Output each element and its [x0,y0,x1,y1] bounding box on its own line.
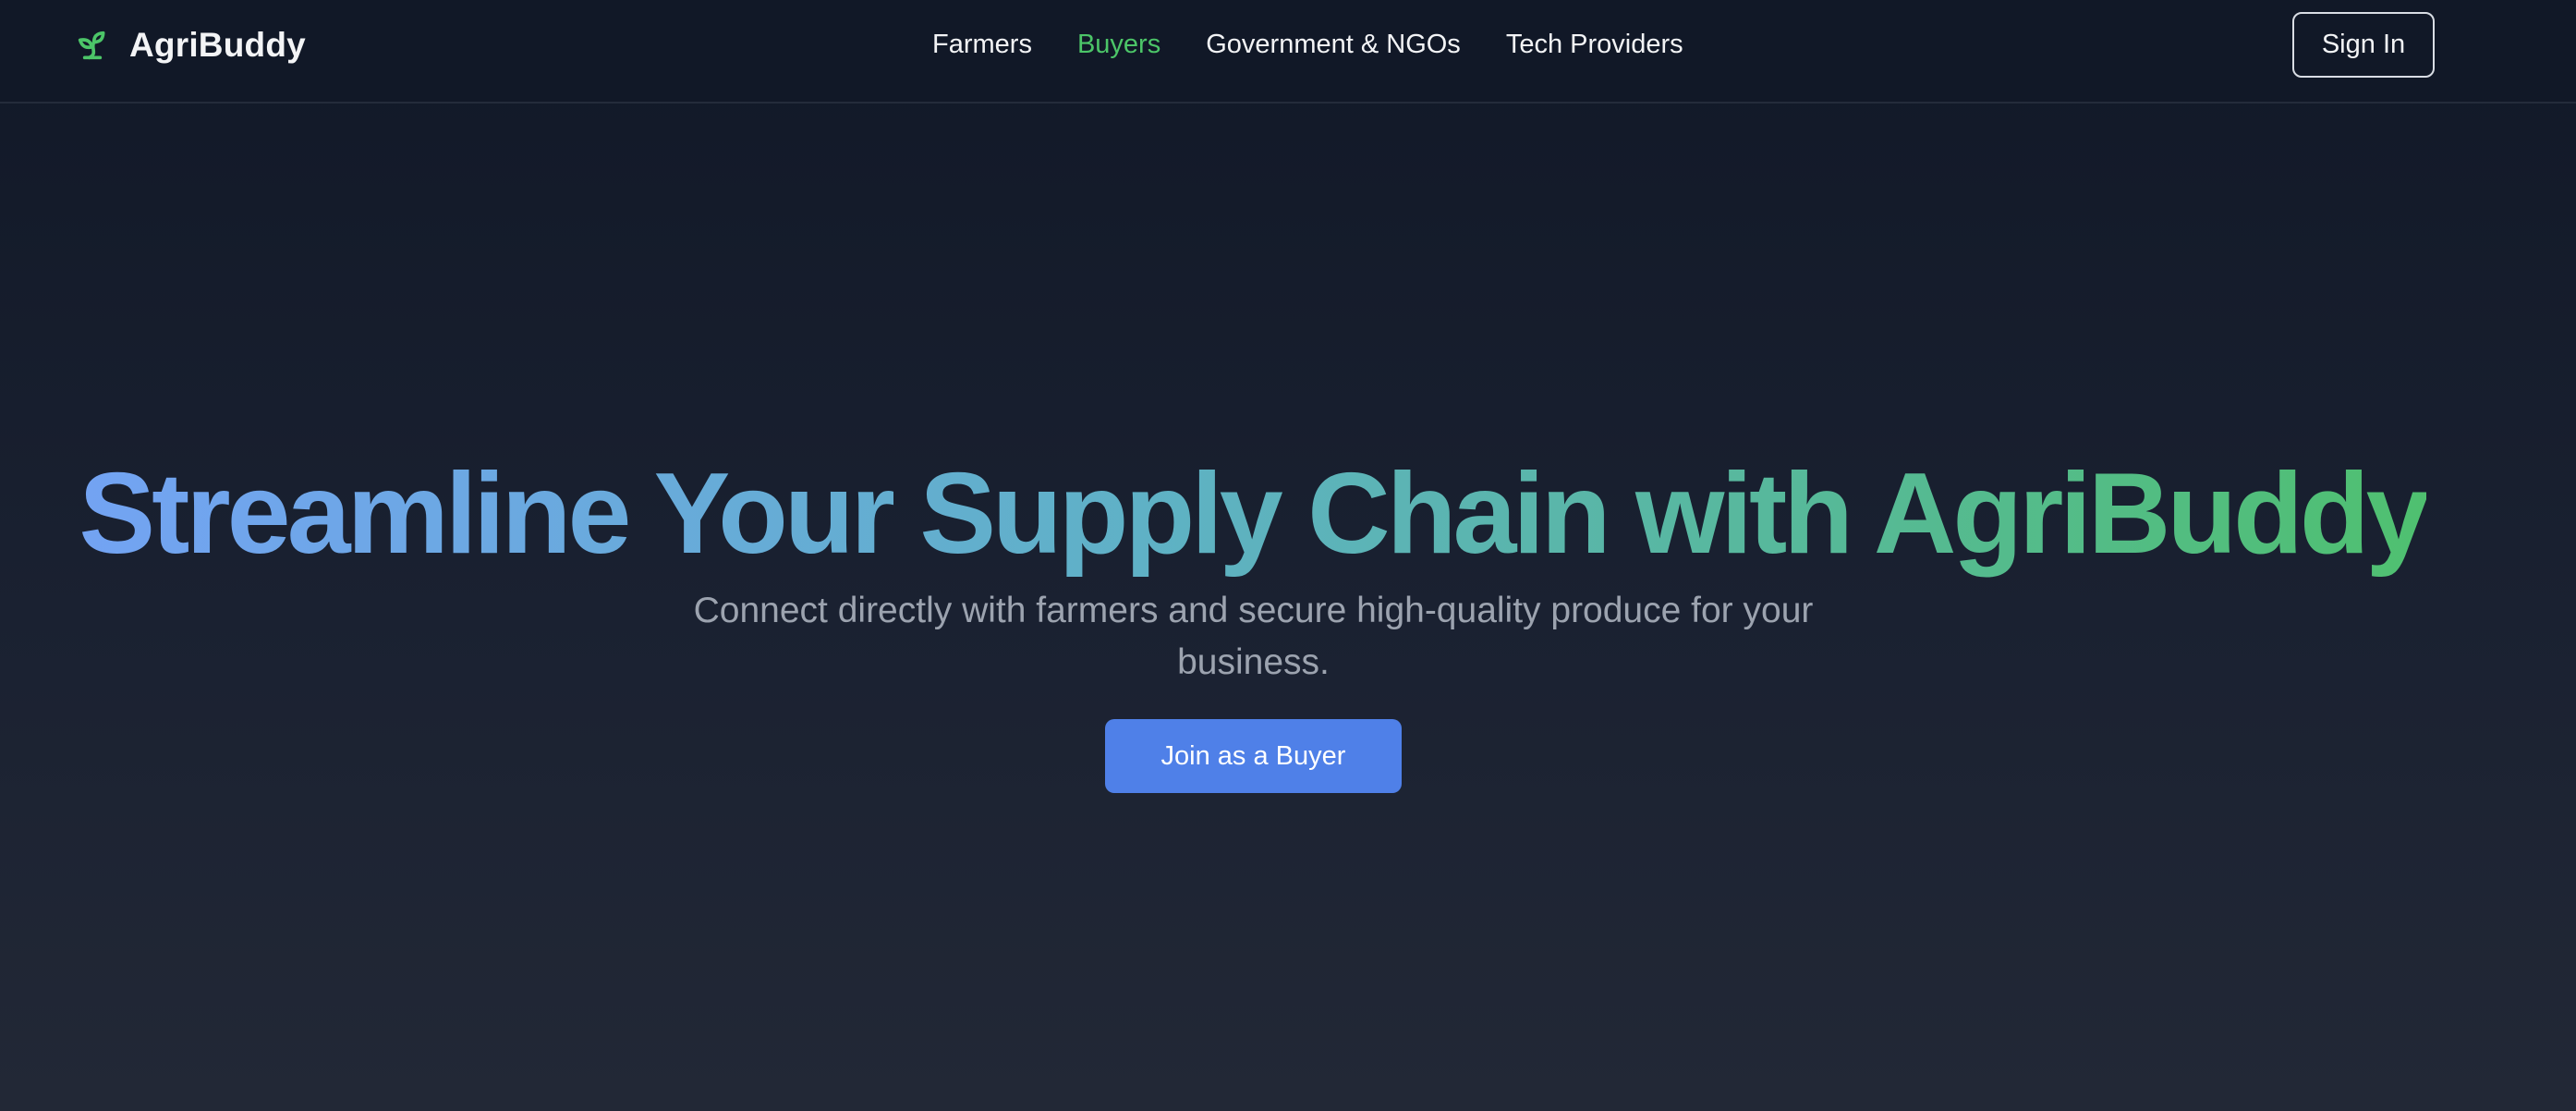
join-as-buyer-button[interactable]: Join as a Buyer [1105,719,1402,793]
main-nav: Farmers Buyers Government & NGOs Tech Pr… [932,26,1683,63]
brand-name: AgriBuddy [129,26,306,64]
sign-in-button[interactable]: Sign In [2292,12,2435,78]
hero-title: Streamline Your Supply Chain with AgriBu… [0,449,2505,579]
brand-logo-link[interactable]: AgriBuddy [74,22,306,68]
nav-link-farmers[interactable]: Farmers [932,30,1032,60]
hero-title-text: Streamline Your Supply Chain with AgriBu… [79,450,2429,578]
hero-subtitle: Connect directly with farmers and secure… [693,591,1814,682]
nav-link-government-ngos[interactable]: Government & NGOs [1206,30,1461,60]
sprout-icon [74,27,111,64]
site-header: AgriBuddy Farmers Buyers Government & NG… [0,0,2576,104]
nav-link-tech-providers[interactable]: Tech Providers [1506,30,1683,60]
nav-link-buyers[interactable]: Buyers [1077,30,1160,60]
